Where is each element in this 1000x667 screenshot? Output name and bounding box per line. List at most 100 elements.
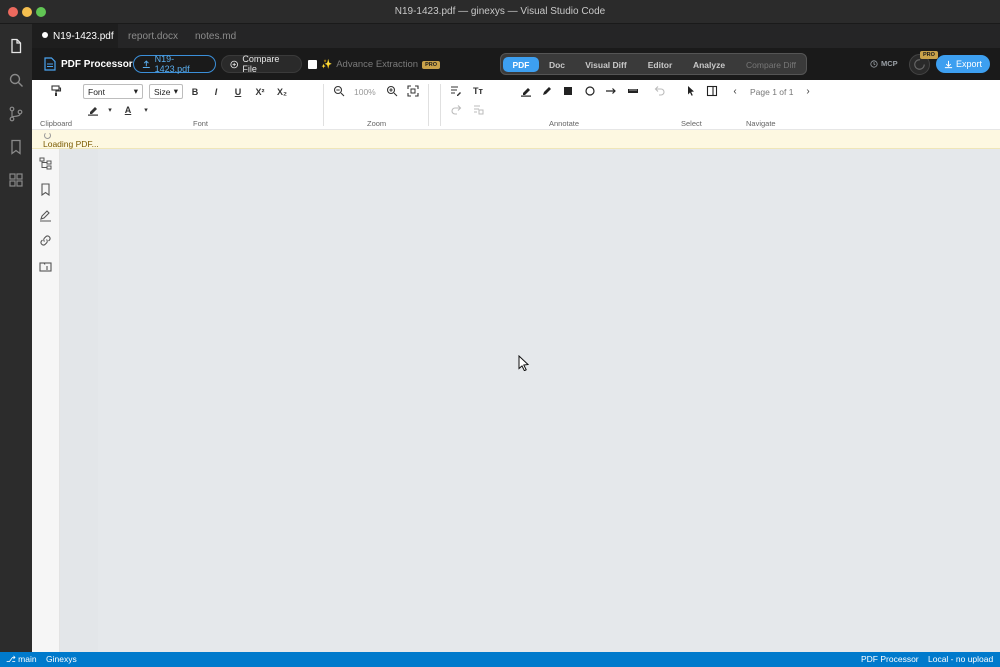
mode-doc[interactable]: Doc: [541, 57, 573, 72]
unsaved-dot-icon: [42, 32, 48, 38]
mode-pdf[interactable]: PDF: [503, 57, 539, 72]
mouse-cursor-icon: [518, 355, 530, 371]
ribbon-separator: [440, 84, 441, 126]
chevron-down-icon: ▾: [133, 86, 138, 96]
group-label-annotate: Annotate: [549, 119, 580, 128]
download-icon: [944, 60, 953, 68]
group-label-select: Select: [681, 119, 702, 128]
spinner-icon: [914, 59, 925, 70]
page-indicator: Page 1 of 1: [750, 87, 794, 97]
file-upload-button[interactable]: N19-1423.pdf: [133, 54, 216, 74]
mode-visual-diff[interactable]: Visual Diff: [577, 57, 635, 72]
tab-n19-1423-pdf[interactable]: N19-1423.pdf: [32, 24, 118, 48]
highlighter-icon: [521, 88, 531, 97]
pdf-viewer-canvas[interactable]: [60, 149, 1000, 652]
status-app-name[interactable]: PDF Processor: [861, 654, 919, 664]
loading-banner: Loading PDF...: [32, 130, 1000, 149]
source-control-icon[interactable]: [8, 106, 24, 122]
fit-screen-icon: [407, 85, 419, 97]
text-color-button[interactable]: A: [120, 102, 136, 118]
pro-feature-button[interactable]: PRO: [909, 51, 938, 75]
explorer-icon[interactable]: [8, 38, 24, 54]
font-size-select[interactable]: Size ▾: [149, 84, 183, 99]
group-label-font: Font: [193, 119, 209, 128]
pen-icon: [543, 87, 551, 95]
title-bar: N19-1423.pdf — ginexys — Visual Studio C…: [0, 0, 1000, 24]
pen-tool-button[interactable]: [539, 83, 555, 99]
bookmark-icon[interactable]: [39, 183, 52, 197]
compare-file-button[interactable]: Compare File: [221, 54, 302, 74]
tab-notes-md[interactable]: notes.md: [186, 24, 244, 48]
outline-icon[interactable]: [39, 157, 52, 170]
pdf-side-panel: [32, 149, 60, 652]
fit-page-button[interactable]: [405, 83, 421, 99]
ellipse-tool-button[interactable]: [582, 83, 598, 99]
group-label-clipboard: Clipboard: [40, 119, 73, 128]
loading-text: Loading PDF...: [43, 139, 99, 149]
tab-report-docx[interactable]: report.docx: [118, 24, 186, 48]
zoom-out-button[interactable]: [331, 83, 347, 99]
highlight-color-button[interactable]: [85, 102, 101, 118]
window-title: N19-1423.pdf — ginexys — Visual Studio C…: [394, 6, 606, 17]
pdf-processor-header: PDF Processor N19-1423.pdf Compare File …: [32, 48, 1000, 80]
italic-button[interactable]: I: [208, 84, 224, 100]
text-size-button[interactable]: Tт: [470, 83, 486, 99]
advance-extraction-checkbox[interactable]: [308, 60, 317, 69]
mode-switcher: PDF Doc Visual Diff Editor Analyze Compa…: [500, 53, 807, 75]
superscript-button[interactable]: X²: [252, 84, 268, 100]
status-bar: ⎇ main Ginexys PDF Processor Local - no …: [0, 652, 1000, 667]
select-tool-button[interactable]: [683, 83, 699, 99]
pro-badge: PRO: [422, 60, 440, 69]
undo-button: [652, 83, 668, 99]
subscript-button[interactable]: X₂: [274, 84, 290, 100]
font-family-select[interactable]: Font ▾: [83, 84, 143, 99]
text-color-chevron-icon[interactable]: ▾: [138, 102, 154, 118]
arrow-right-icon: [606, 88, 616, 94]
clear-format-icon: [474, 105, 484, 115]
status-upload-mode[interactable]: Local - no upload: [928, 654, 993, 664]
workspace-name[interactable]: Ginexys: [46, 654, 77, 664]
panel-toggle-button[interactable]: [704, 83, 720, 99]
underline-button[interactable]: U: [230, 84, 246, 100]
branch-indicator[interactable]: ⎇ main: [6, 654, 37, 665]
mcp-indicator[interactable]: MCP: [870, 59, 898, 68]
activity-bar: [0, 24, 32, 652]
advance-extraction-toggle[interactable]: ✨ Advance Extraction PRO: [308, 59, 440, 70]
next-page-button[interactable]: ›: [800, 83, 816, 99]
brand-title: PDF Processor: [61, 58, 133, 70]
extensions-icon[interactable]: [8, 172, 24, 188]
upload-icon: [142, 59, 150, 68]
mode-editor[interactable]: Editor: [639, 57, 681, 72]
zoom-in-button[interactable]: [384, 83, 400, 99]
format-painter-button[interactable]: [48, 83, 64, 99]
sparkle-icon: ✨: [321, 59, 333, 69]
rectangle-tool-button[interactable]: [560, 83, 576, 99]
text-format-button[interactable]: [448, 83, 464, 99]
redo-icon: [451, 105, 462, 115]
paintbrush-icon: [51, 85, 62, 96]
attachment-icon[interactable]: [39, 260, 52, 273]
bookmark-icon[interactable]: [8, 139, 24, 155]
previous-page-button[interactable]: ‹: [727, 83, 743, 99]
highlight-color-chevron-icon[interactable]: ▾: [102, 102, 118, 118]
editor-tab-bar: N19-1423.pdf report.docx notes.md: [32, 24, 1000, 48]
signature-icon[interactable]: [39, 209, 52, 222]
zoom-level: 100%: [354, 87, 376, 97]
mode-compare-diff: Compare Diff: [746, 60, 796, 70]
highlight-tool-button[interactable]: [518, 83, 534, 99]
arrow-tool-button[interactable]: [603, 83, 619, 99]
measure-tool-button[interactable]: [625, 83, 641, 99]
bold-button[interactable]: B: [187, 84, 203, 100]
link-icon[interactable]: [39, 234, 52, 247]
undo-icon: [654, 86, 665, 96]
ruler-icon: [628, 89, 638, 93]
advance-extraction-label: Advance Extraction: [336, 59, 419, 70]
circle-icon: [585, 86, 595, 96]
search-icon[interactable]: [8, 72, 24, 88]
export-button[interactable]: Export: [936, 55, 990, 73]
loading-spinner-icon: [44, 132, 51, 139]
mode-analyze[interactable]: Analyze: [685, 57, 733, 72]
tab-label: notes.md: [195, 31, 237, 42]
group-label-zoom: Zoom: [367, 119, 387, 128]
git-branch-icon: ⎇: [6, 654, 19, 664]
